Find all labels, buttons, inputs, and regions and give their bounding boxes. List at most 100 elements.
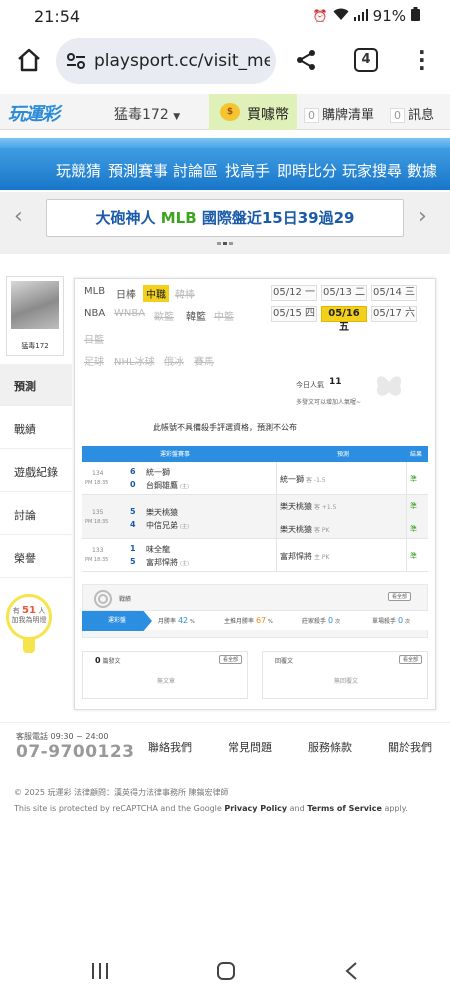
profile-tab-predict[interactable]: 預測 — [0, 364, 72, 406]
tab-switcher-button[interactable]: 4 — [354, 48, 378, 72]
share-icon[interactable] — [294, 48, 318, 76]
avatar-image — [11, 281, 59, 329]
league-nba[interactable]: NBA — [84, 308, 105, 319]
status-time: 21:54 — [34, 7, 81, 26]
league-nhl[interactable]: NHL冰球 — [114, 353, 155, 368]
league-wnba[interactable]: WNBA — [114, 308, 145, 319]
site-logo[interactable]: 玩運彩 — [8, 100, 60, 126]
recaptcha-notice: This site is protected by reCAPTCHA and … — [14, 804, 408, 813]
col-games: 運彩盤賽事 — [160, 451, 191, 458]
league-kbo[interactable]: 韓棒 — [175, 286, 195, 301]
profile-tab-discuss[interactable]: 討論 — [0, 493, 72, 535]
league-kbl[interactable]: 韓籃 — [186, 308, 206, 323]
replies-box: 回覆文 看全部 無回覆文 — [262, 651, 428, 699]
league-soccer[interactable]: 足球 — [84, 353, 104, 368]
promo-banner: ‹ 大砲神人 MLB 國際盤近15日39過29 › — [0, 192, 450, 254]
chevron-right-icon[interactable]: › — [418, 204, 427, 229]
table-row: 135 PM 18:35 5 樂天桃猿 4 中信兄弟 (主) 樂天桃猿客 +1.5… — [82, 495, 428, 539]
posts-view-all-button[interactable]: 看全部 — [219, 655, 243, 664]
nav-item-experts[interactable]: 找高手 — [225, 160, 270, 181]
copyright: © 2025 玩運彩 法律顧問：漢英得力法律事務所 陳鎬宏律師 — [14, 788, 229, 797]
alarm-icon: ⏰ — [312, 9, 328, 23]
cart-link[interactable]: 0 購牌清單 — [304, 104, 374, 123]
stat-main-monthly-winrate: 主推月勝率 67 % — [224, 616, 273, 625]
record-label: 戰績 — [119, 596, 132, 603]
terms-link[interactable]: Terms of Service — [307, 804, 382, 813]
banner-text[interactable]: 大砲神人 MLB 國際盤近15日39過29 — [46, 199, 404, 237]
footer-link-about[interactable]: 關於我們 — [388, 739, 432, 755]
date-0515[interactable]: 05/15 四 — [271, 306, 317, 322]
url-bar[interactable]: playsport.cc/visit_mem — [56, 38, 276, 84]
profile-tab-honor[interactable]: 榮譽 — [0, 536, 72, 578]
main-nav: 玩競猜 預測賽事 討論區 找高手 即時比分 玩家搜尋 數據 — [0, 138, 450, 190]
date-0516[interactable]: 05/16 五 — [321, 306, 367, 333]
nav-item-guess[interactable]: 玩競猜 — [56, 160, 101, 181]
site-header: 玩運彩 猛毒172 ▼ $ 買噱幣 0 購牌清單 0 訊息 — [0, 94, 450, 130]
date-0512[interactable]: 05/12 一 — [271, 285, 317, 301]
bulb-icon — [23, 639, 35, 653]
status-bar: 21:54 ⏰ 91% — [0, 0, 450, 32]
table-row: 133 PM 18:35 1 味全龍 5 富邦悍將 (主) 富邦悍將主 PK 準 — [82, 539, 428, 572]
message-link[interactable]: 0 訊息 — [390, 104, 434, 123]
posts-box: 0 篇發文 看全部 無文章 — [82, 651, 248, 699]
likes-label: 加我為明燈 — [11, 616, 47, 624]
league-bleague[interactable]: 日籃 — [84, 331, 104, 346]
cart-count: 0 — [304, 108, 319, 123]
battery-percent: 91% — [372, 7, 406, 25]
date-0517[interactable]: 05/17 六 — [371, 306, 417, 322]
message-label: 訊息 — [408, 108, 435, 123]
replies-view-all-button[interactable]: 看全部 — [399, 655, 423, 664]
home-icon[interactable] — [16, 47, 42, 73]
recent-apps-icon[interactable] — [90, 962, 110, 984]
nav-item-player-search[interactable]: 玩家搜尋 — [342, 160, 402, 181]
record-view-all-button[interactable]: 看全部 — [388, 592, 412, 601]
nav-item-forum[interactable]: 討論區 — [173, 160, 218, 181]
site-settings-icon[interactable] — [66, 51, 86, 71]
footer-link-faq[interactable]: 常見問題 — [228, 739, 272, 755]
chevron-left-icon[interactable]: ‹ — [14, 204, 23, 229]
posts-title: 0 篇發文 — [95, 656, 121, 665]
league-horse[interactable]: 賽馬 — [194, 353, 214, 368]
light-bulb-button[interactable]: 有 51 人 加我為明燈 — [6, 594, 52, 653]
footer-link-contact[interactable]: 聯絡我們 — [148, 739, 192, 755]
league-euro-basket[interactable]: 歐籃 — [154, 308, 174, 323]
league-npb[interactable]: 日棒 — [116, 286, 136, 301]
nav-item-data[interactable]: 數據 — [407, 160, 437, 181]
android-nav-bar — [0, 950, 450, 1000]
coin-label: 買噱幣 — [247, 107, 289, 123]
profile-name: 猛毒172 — [21, 342, 49, 350]
notice-text: 此帳號不具備殺手評選資格，預測不公布 — [153, 423, 297, 432]
status-icons: ⏰ 91% — [313, 7, 420, 25]
banner-highlight: MLB — [160, 209, 197, 227]
avatar[interactable]: 猛毒172 — [6, 276, 64, 356]
browser-toolbar: playsport.cc/visit_mem 4 ··· — [0, 32, 450, 92]
more-menu-icon[interactable]: · · · — [418, 42, 426, 78]
stat-bookie-killer: 莊家殺手 0 次 — [302, 616, 340, 625]
league-cpbl[interactable]: 中職 — [143, 285, 169, 302]
home-nav-icon[interactable] — [216, 961, 236, 985]
footer-link-terms[interactable]: 服務條款 — [308, 739, 352, 755]
user-menu[interactable]: 猛毒172 ▼ — [114, 104, 180, 124]
profile-tab-game-log[interactable]: 遊戲紀錄 — [0, 450, 72, 492]
record-tab-sportslottery[interactable]: 運彩盤 — [82, 611, 152, 631]
butterfly-icon — [374, 372, 404, 406]
date-0514[interactable]: 05/14 三 — [371, 285, 417, 301]
league-khl[interactable]: 俄冰 — [164, 353, 184, 368]
message-count: 0 — [390, 108, 405, 123]
back-icon[interactable] — [344, 961, 358, 985]
coin-button[interactable]: $ 買噱幣 — [209, 94, 297, 130]
service-phone[interactable]: 07-9700123 — [16, 742, 135, 762]
battery-icon — [411, 7, 420, 25]
result-hit: 準 — [410, 475, 417, 483]
league-mlb[interactable]: MLB — [84, 286, 105, 297]
date-0513[interactable]: 05/13 二 — [321, 285, 367, 301]
nav-item-livescore[interactable]: 即時比分 — [277, 160, 337, 181]
league-sbl[interactable]: 中籃 — [214, 308, 234, 323]
result-hit: 準 — [410, 525, 417, 533]
nav-item-predict[interactable]: 預測賽事 — [108, 160, 168, 181]
privacy-link[interactable]: Privacy Policy — [224, 804, 287, 813]
target-icon — [93, 589, 113, 609]
col-result: 結果 — [410, 451, 423, 458]
col-prediction: 預測 — [337, 451, 350, 458]
popularity-label: 今日人氣 — [296, 381, 324, 389]
